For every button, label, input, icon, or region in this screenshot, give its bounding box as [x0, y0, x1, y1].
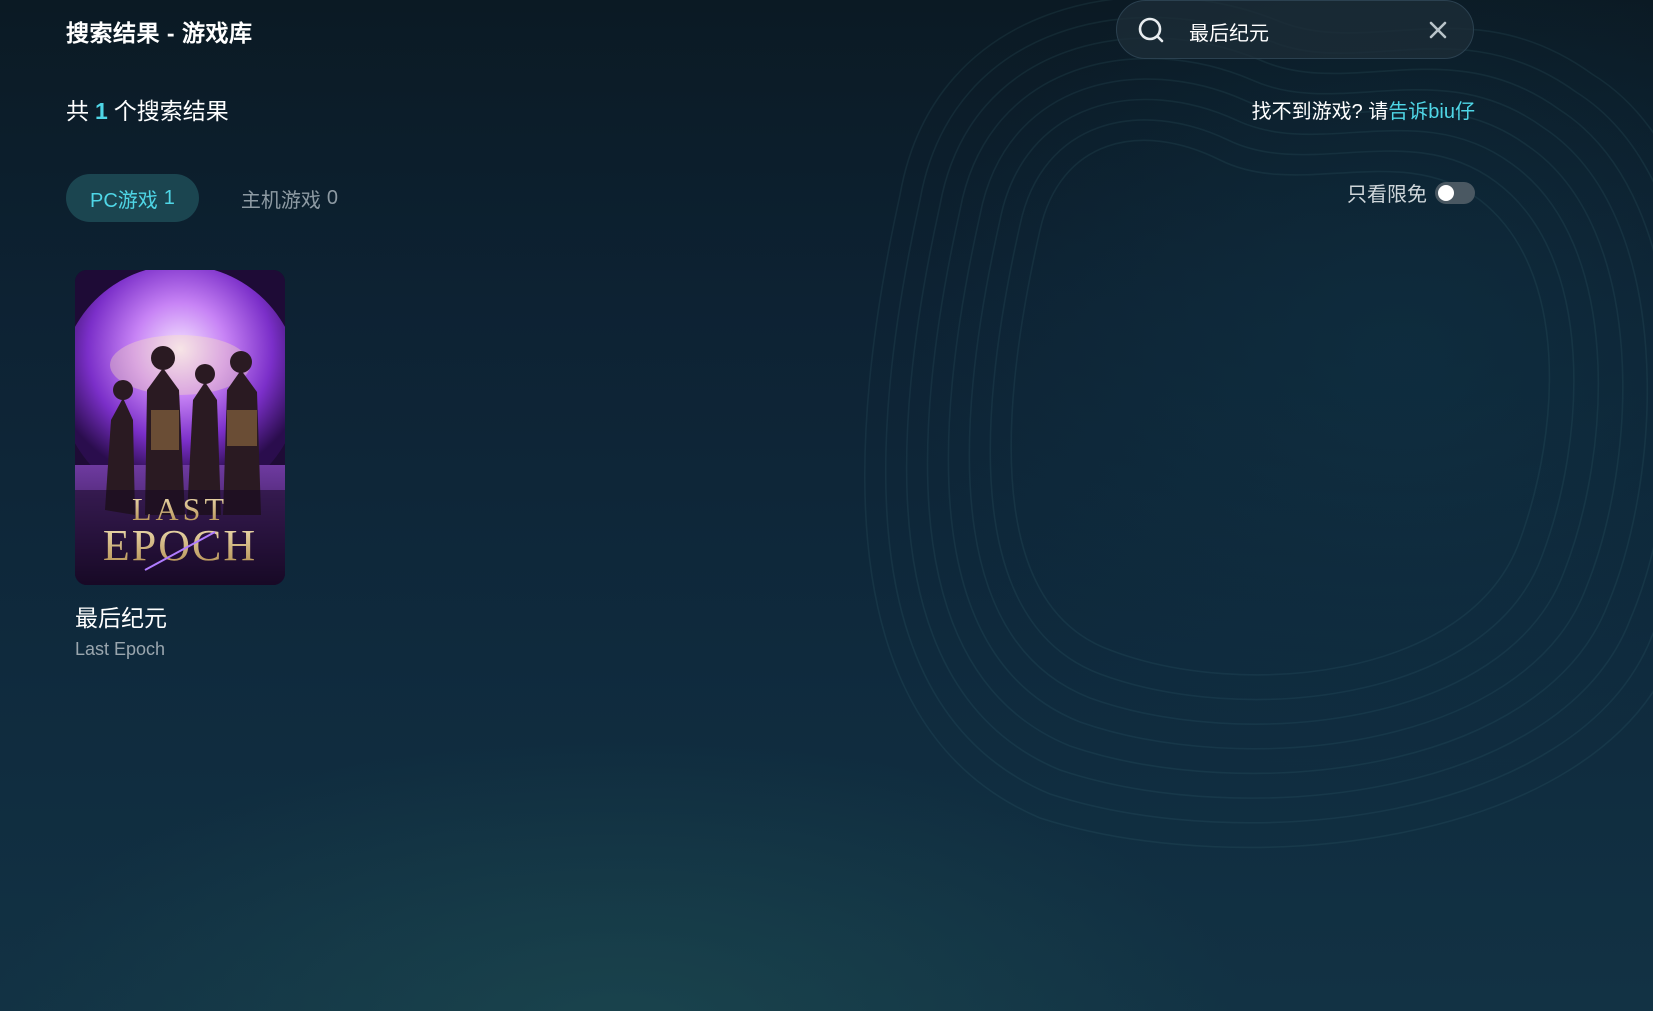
result-count-prefix: 共 — [66, 98, 89, 124]
game-subtitle: Last Epoch — [75, 639, 166, 659]
cover-artwork: LAST EPOCH — [75, 270, 285, 585]
page-title: 搜索结果 - 游戏库 — [66, 20, 253, 46]
tab-pc-games[interactable]: PC游戏 1 — [66, 174, 199, 222]
help-line: 找不到游戏? 请告诉biu仔 — [1252, 95, 1475, 124]
search-input[interactable] — [1187, 13, 1411, 49]
game-cover-image[interactable]: LAST EPOCH — [75, 270, 285, 585]
search-icon[interactable] — [1137, 16, 1167, 46]
tab-console-games-label: 主机游戏 — [240, 189, 321, 212]
free-only-filter: 只看限免 — [1347, 178, 1475, 207]
free-only-label: 只看限免 — [1347, 184, 1427, 206]
toggle-knob — [1438, 184, 1454, 201]
tab-console-games-count: 0 — [326, 186, 339, 209]
game-card[interactable]: LAST EPOCH 最后纪元 Last Epoch — [75, 270, 285, 660]
clear-search-icon[interactable] — [1428, 20, 1448, 40]
game-title[interactable]: 最后纪元 — [75, 599, 285, 633]
result-count: 共 1 个搜索结果 — [66, 92, 229, 126]
tab-pc-games-count: 1 — [163, 186, 175, 209]
platform-tabs: PC游戏 1 主机游戏 0 — [66, 174, 362, 222]
tab-pc-games-label: PC游戏 — [90, 189, 158, 212]
tab-console-games[interactable]: 主机游戏 0 — [217, 174, 362, 222]
help-text: 找不到游戏? 请 — [1251, 101, 1389, 123]
cover-logo-line2: EPOCH — [103, 521, 257, 570]
result-count-number: 1 — [95, 98, 108, 124]
free-only-toggle[interactable] — [1435, 181, 1475, 204]
search-box[interactable] — [1116, 0, 1474, 59]
result-count-suffix: 个搜索结果 — [113, 98, 229, 124]
tell-biu-link[interactable]: 告诉biu仔 — [1388, 101, 1475, 123]
